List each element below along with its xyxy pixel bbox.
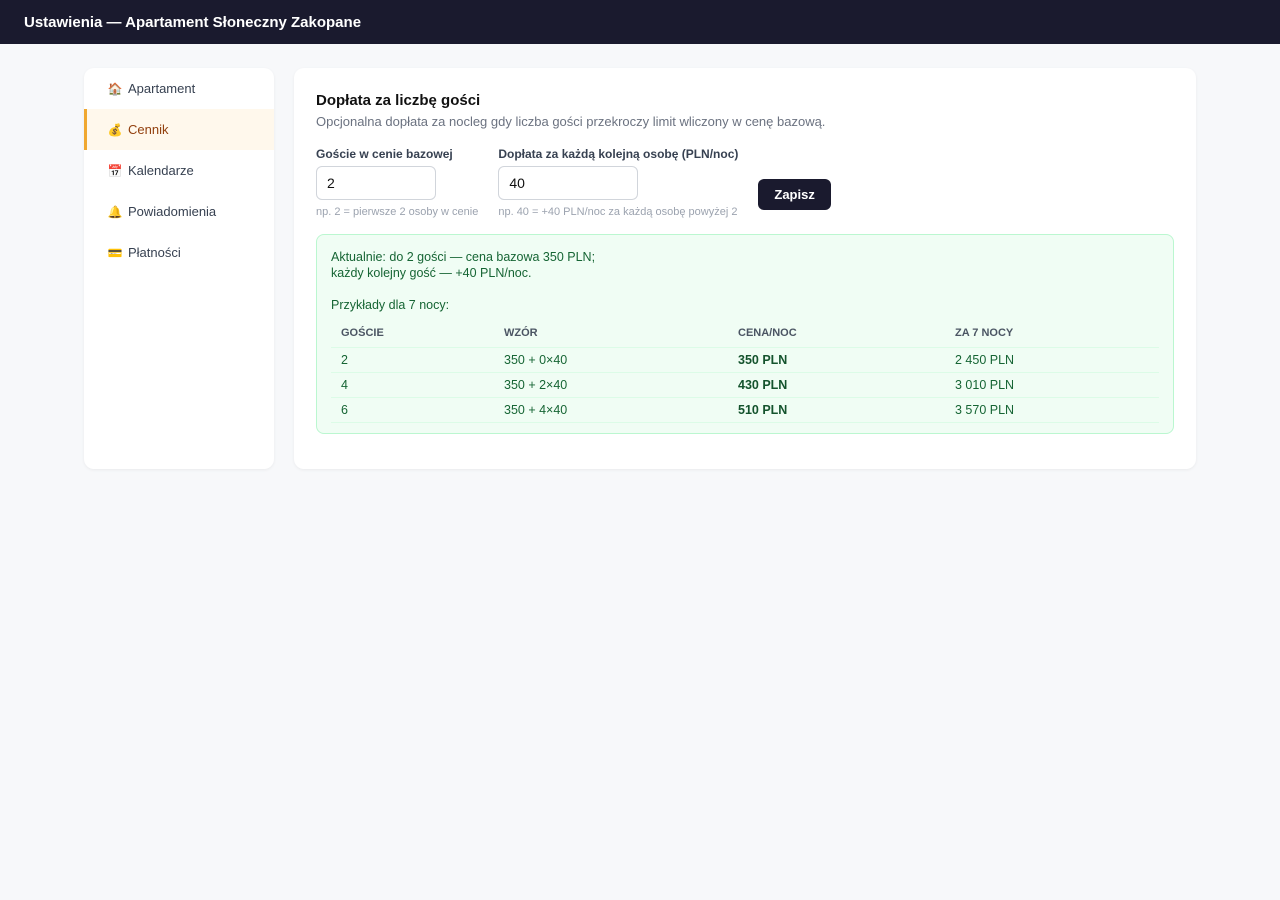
column-header-guests: GOŚCIE [331, 319, 494, 348]
base-guests-hint: np. 2 = pierwsze 2 osoby w cenie [316, 206, 479, 218]
preview-line-2: każdy kolejny gość — +40 PLN/noc. [331, 266, 532, 280]
extra-fee-field: Dopłata za każdą kolejną osobę (PLN/noc)… [498, 147, 738, 218]
cell-total: 3 010 PLN [945, 372, 1159, 398]
base-guests-input[interactable] [316, 166, 436, 200]
cell-guests: 6 [331, 397, 494, 423]
sidebar: 🏠 Apartament 💰 Cennik 📅 Kalendarze 🔔 Pow… [84, 68, 274, 469]
extra-fee-hint: np. 40 = +40 PLN/noc za każdą osobę powy… [498, 206, 738, 218]
table-header-row: GOŚCIE WZÓR CENA/NOC ZA 7 NOCY [331, 319, 1159, 348]
extra-fee-input[interactable] [498, 166, 639, 200]
sidebar-item-cennik[interactable]: 💰 Cennik [84, 109, 274, 150]
sidebar-item-kalendarze[interactable]: 📅 Kalendarze [84, 150, 274, 191]
save-button[interactable]: Zapisz [758, 179, 831, 210]
extra-fee-label: Dopłata za każdą kolejną osobę (PLN/noc) [498, 147, 739, 161]
pricing-preview: Aktualnie: do 2 gości — cena bazowa 350 … [316, 234, 1174, 434]
sidebar-item-label: Kalendarze [128, 163, 194, 178]
base-guests-field: Goście w cenie bazowej np. 2 = pierwsze … [316, 147, 478, 218]
sidebar-item-powiadomienia[interactable]: 🔔 Powiadomienia [84, 191, 274, 232]
base-guests-label: Goście w cenie bazowej [316, 147, 453, 161]
cell-total: 3 570 PLN [945, 397, 1159, 423]
examples-label: Przykłady dla 7 nocy: [331, 298, 450, 312]
cell-per-night: 430 PLN [728, 372, 945, 398]
credit-card-icon: 💳 [107, 245, 123, 260]
sidebar-item-label: Cennik [128, 122, 169, 137]
column-header-formula: WZÓR [494, 319, 728, 348]
sidebar-item-platnosci[interactable]: 💳 Płatności [84, 232, 274, 273]
preview-line-1: Aktualnie: do 2 gości — cena bazowa 350 … [331, 250, 596, 264]
house-icon: 🏠 [107, 81, 123, 96]
page-title: Ustawienia — Apartament Słoneczny Zakopa… [24, 13, 362, 31]
section-title: Dopłata za liczbę gości [316, 92, 481, 109]
cell-total: 2 450 PLN [945, 347, 1159, 373]
column-header-total: ZA 7 NOCY [945, 319, 1159, 348]
column-header-per-night: CENA/NOC [728, 319, 945, 348]
cell-guests: 2 [331, 347, 494, 373]
table-row: 4 350 + 2×40 430 PLN 3 010 PLN [331, 372, 1159, 398]
surcharge-form: Goście w cenie bazowej np. 2 = pierwsze … [316, 147, 1174, 218]
section-description: Opcjonalna dopłata za nocleg gdy liczba … [316, 114, 826, 129]
money-bag-icon: 💰 [107, 122, 123, 137]
cell-formula: 350 + 2×40 [494, 372, 728, 398]
cell-per-night: 350 PLN [728, 347, 945, 373]
cell-formula: 350 + 4×40 [494, 397, 728, 423]
sidebar-item-apartament[interactable]: 🏠 Apartament [84, 68, 274, 109]
calendar-icon: 📅 [107, 163, 123, 178]
bell-icon: 🔔 [107, 204, 123, 219]
sidebar-item-label: Apartament [128, 81, 196, 96]
cell-guests: 4 [331, 372, 494, 398]
table-row: 2 350 + 0×40 350 PLN 2 450 PLN [331, 347, 1159, 373]
layout: 🏠 Apartament 💰 Cennik 📅 Kalendarze 🔔 Pow… [0, 44, 1280, 493]
guest-surcharge-panel: Dopłata za liczbę gości Opcjonalna dopła… [294, 68, 1196, 469]
cell-per-night: 510 PLN [728, 397, 945, 423]
app-header: Ustawienia — Apartament Słoneczny Zakopa… [0, 0, 1280, 44]
table-row: 6 350 + 4×40 510 PLN 3 570 PLN [331, 397, 1159, 423]
sidebar-item-label: Płatności [128, 245, 181, 260]
sidebar-item-label: Powiadomienia [128, 204, 217, 219]
cell-formula: 350 + 0×40 [494, 347, 728, 373]
examples-table: GOŚCIE WZÓR CENA/NOC ZA 7 NOCY 2 350 + 0… [331, 319, 1159, 423]
